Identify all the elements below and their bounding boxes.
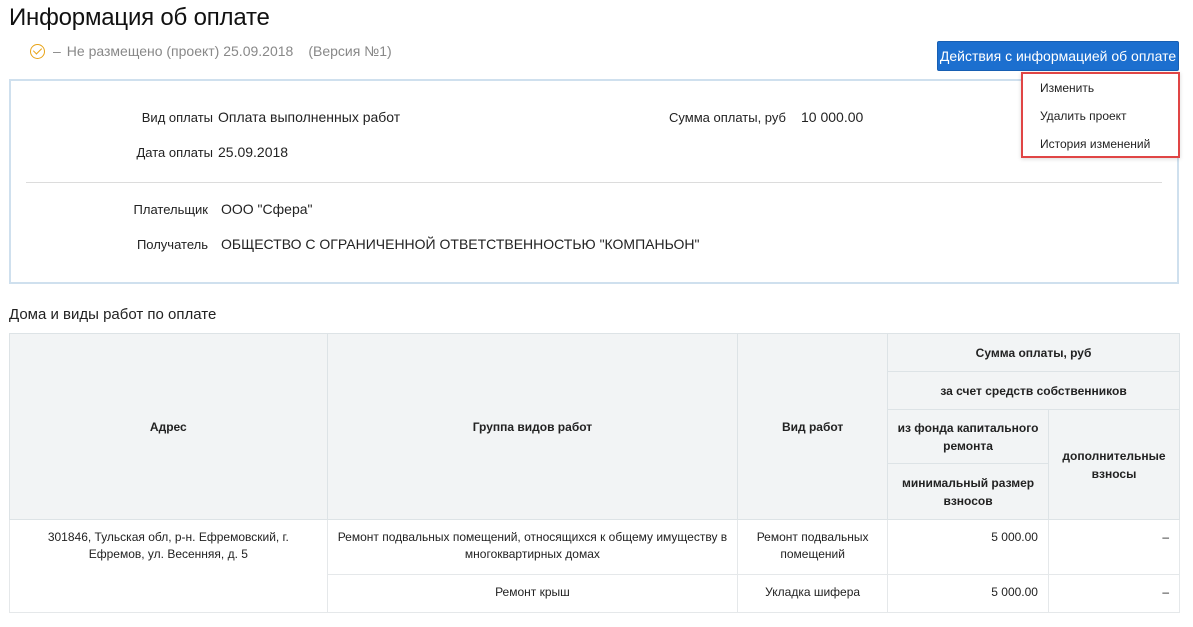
payment-type-value: Оплата выполненных работ (218, 109, 401, 125)
table-row: 301846, Тульская обл, р-н. Ефремовский, … (9, 519, 1181, 613)
header-additional: дополнительные взносы (1047, 409, 1181, 520)
recipient-label: Получатель (136, 237, 208, 252)
status-dash: – (53, 43, 61, 59)
header-work-group: Группа видов работ (326, 333, 739, 520)
work-group-cell: Ремонт подвальных помещений, относящихся… (326, 519, 739, 575)
actions-dropdown-menu: Изменить Удалить проект История изменени… (1021, 72, 1180, 158)
status-line: – Не размещено (проект) 25.09.2018 (Верс… (30, 43, 392, 59)
additional-cell: – (1047, 574, 1181, 613)
recipient-value: ОБЩЕСТВО С ОГРАНИЧЕННОЙ ОТВЕТСТВЕННОСТЬЮ… (221, 236, 700, 252)
header-owners-funds: за счет средств собственников (887, 371, 1180, 410)
work-type-cell: Ремонт подвальных помещений (737, 519, 889, 575)
card-divider (26, 182, 1162, 183)
header-capital-fund: из фонда капитального ремонта (887, 409, 1049, 464)
payment-date-value: 25.09.2018 (218, 144, 289, 160)
menu-item-change-history[interactable]: История изменений (1023, 135, 1178, 163)
header-work-type: Вид работ (737, 333, 889, 520)
header-min-contribution: минимальный размер взносов (887, 463, 1049, 520)
payer-value: ООО "Сфера" (221, 201, 313, 217)
work-group-cell: Ремонт крыш (326, 574, 739, 613)
status-text: Не размещено (проект) 25.09.2018 (66, 43, 294, 59)
payment-amount-label: Сумма оплаты, руб (669, 110, 786, 125)
version-label: (Версия №1) (308, 43, 392, 59)
work-type-cell: Укладка шифера (737, 574, 889, 613)
header-address: Адрес (9, 333, 328, 520)
additional-cell: – (1047, 519, 1181, 575)
address-cell: 301846, Тульская обл, р-н. Ефремовский, … (9, 519, 328, 613)
min-amount-cell: 5 000.00 (887, 574, 1049, 613)
payment-type-label: Вид оплаты (141, 110, 213, 125)
payment-amount-value: 10 000.00 (801, 109, 864, 125)
header-payment-sum: Сумма оплаты, руб (887, 333, 1180, 372)
payer-label: Плательщик (133, 202, 208, 217)
menu-item-edit[interactable]: Изменить (1023, 79, 1178, 107)
payment-date-label: Дата оплаты (136, 145, 214, 160)
works-section-title: Дома и виды работ по оплате (9, 306, 217, 323)
works-table: Адрес Группа видов работ Вид работ Сумма… (9, 333, 1181, 613)
payment-info-card: Вид оплаты Оплата выполненных работ Сумм… (9, 79, 1179, 284)
min-amount-cell: 5 000.00 (887, 519, 1049, 575)
payment-actions-button[interactable]: Действия с информацией об оплате (937, 41, 1179, 71)
page-title: Информация об оплате (9, 4, 270, 31)
menu-item-delete-draft[interactable]: Удалить проект (1023, 107, 1178, 135)
check-circle-icon (30, 43, 45, 59)
